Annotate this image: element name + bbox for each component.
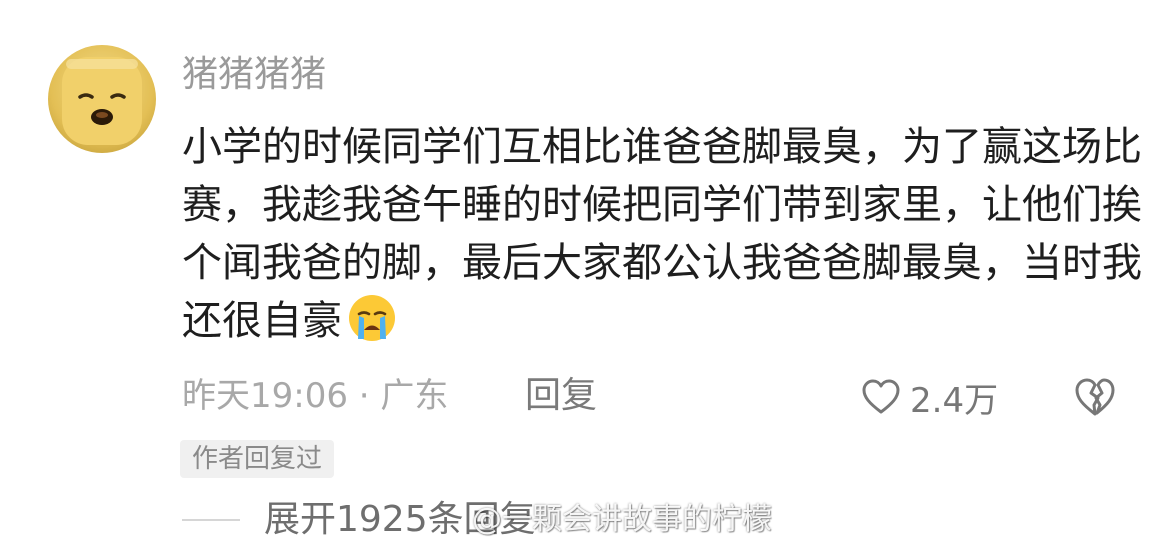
comment-text: 小学的时候同学们互相比谁爸爸脚最臭，为了赢这场比赛，我趁我爸午睡的时候把同学们带… xyxy=(182,124,1142,344)
comment-time-location: 昨天19:06 · 广东 xyxy=(182,376,449,416)
crying-face-emoji-icon xyxy=(349,295,395,341)
broken-heart-icon[interactable] xyxy=(1072,374,1118,420)
like-button[interactable]: 2.4万 xyxy=(860,372,998,422)
watermark: @一颗会讲故事的柠檬 xyxy=(472,502,772,537)
reply-button[interactable]: 回复 xyxy=(525,370,597,422)
author-replied-badge: 作者回复过 xyxy=(180,440,335,478)
expand-divider-line xyxy=(182,519,240,521)
avatar[interactable] xyxy=(48,45,156,153)
comment-body: 小学的时候同学们互相比谁爸爸脚最臭，为了赢这场比赛，我趁我爸午睡的时候把同学们带… xyxy=(182,118,1142,350)
heart-outline-icon xyxy=(862,379,900,414)
like-count: 2.4万 xyxy=(910,380,999,421)
avatar-face-icon xyxy=(62,57,142,145)
comment-username[interactable]: 猪猪猪猪 xyxy=(182,52,326,98)
